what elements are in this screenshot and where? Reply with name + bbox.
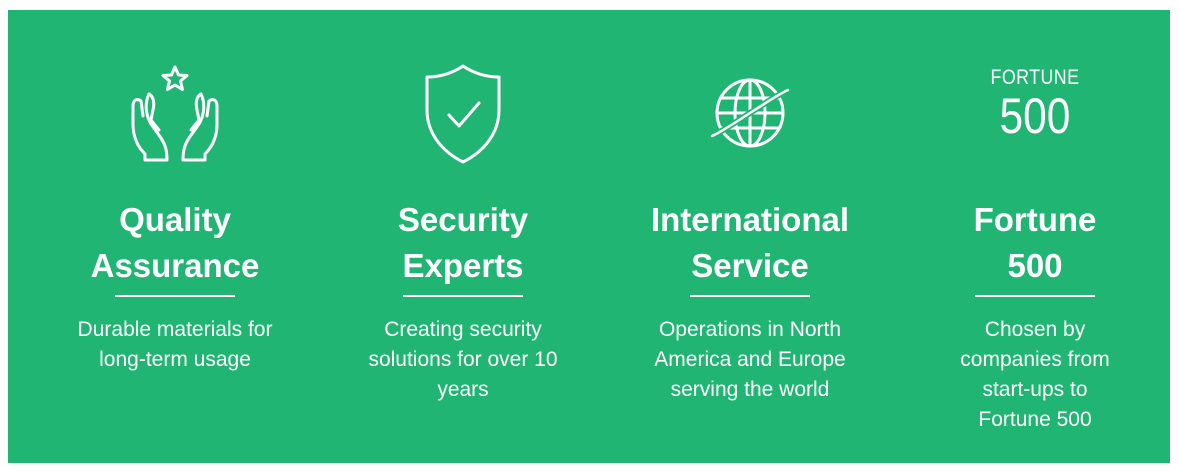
- globe-icon: [690, 58, 810, 168]
- title-line-1: Quality: [119, 201, 231, 238]
- feature-title: Fortune 500: [895, 197, 1175, 289]
- title-line-1: Fortune: [973, 201, 1097, 238]
- feature-quality-assurance: Quality Assurance Durable materials for …: [35, 10, 315, 463]
- hands-star-icon: [115, 58, 235, 168]
- feature-international-service: International Service Operations in Nort…: [610, 10, 890, 463]
- title-line-1: Security: [397, 201, 529, 238]
- title-line-2: 500: [1007, 247, 1063, 284]
- feature-title: International Service: [610, 197, 890, 289]
- divider: [975, 295, 1095, 297]
- divider: [403, 295, 523, 297]
- feature-description: Durable materials for long-term usage: [77, 318, 273, 371]
- divider: [115, 295, 235, 297]
- title-line-1: International: [650, 201, 850, 238]
- feature-description: Creating security solutions for over 10 …: [368, 318, 558, 401]
- feature-title: Security Experts: [323, 197, 603, 289]
- title-line-2: Service: [691, 247, 809, 284]
- divider: [690, 295, 810, 297]
- logo-word: FORTUNE: [990, 66, 1080, 89]
- features-panel: Quality Assurance Durable materials for …: [8, 10, 1170, 463]
- feature-fortune-500: FORTUNE 500 Fortune 500 Chosen by compan…: [895, 10, 1175, 463]
- feature-description: Chosen by companies from start-ups to Fo…: [960, 318, 1110, 431]
- title-line-2: Experts: [402, 247, 524, 284]
- feature-security-experts: Security Experts Creating security solut…: [323, 10, 603, 463]
- feature-title: Quality Assurance: [35, 197, 315, 289]
- feature-description: Operations in North America and Europe s…: [654, 318, 846, 401]
- fortune-500-logo: FORTUNE 500: [975, 66, 1095, 144]
- logo-number: 500: [999, 88, 1071, 144]
- title-line-2: Assurance: [90, 247, 260, 284]
- shield-check-icon: [403, 58, 523, 168]
